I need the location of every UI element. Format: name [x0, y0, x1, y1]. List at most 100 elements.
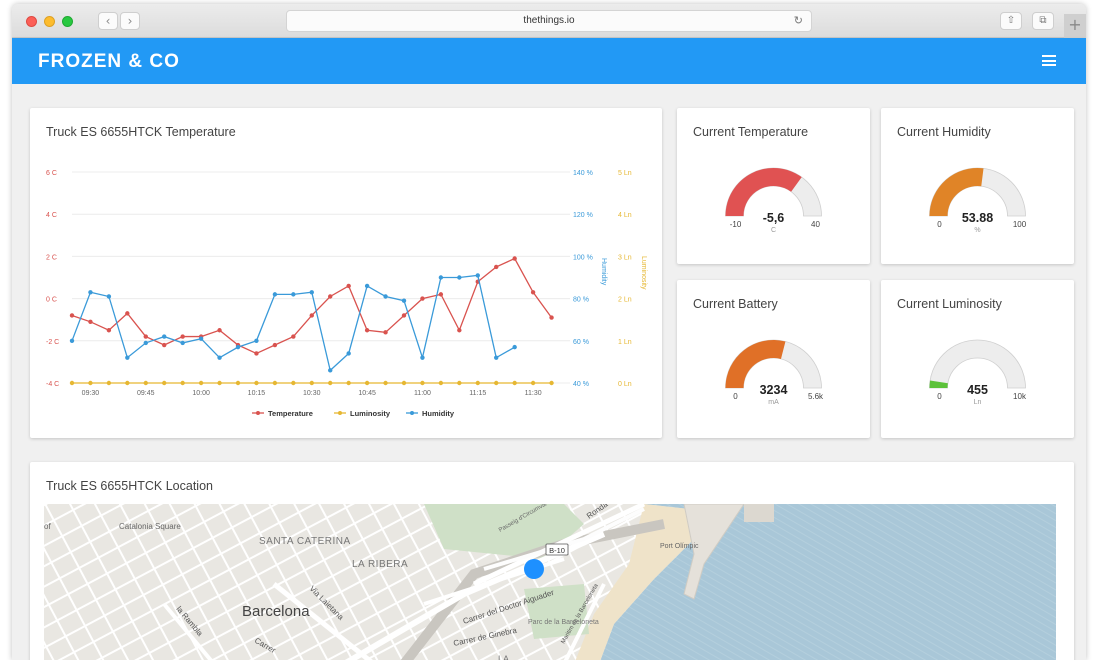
- y-tick-label-luminosity: 4 Ln: [618, 212, 632, 219]
- data-point-luminosity: [162, 380, 167, 386]
- data-point-temperature: [438, 292, 444, 297]
- x-tick-label: 11:30: [525, 390, 542, 397]
- series-line-temperature: [71, 257, 553, 355]
- truck-location-marker[interactable]: [524, 559, 544, 579]
- map-label-catalonia: Catalonia Square: [119, 522, 181, 531]
- gauge-value: 53.88: [962, 211, 993, 225]
- data-point-luminosity: [198, 380, 204, 386]
- location-map[interactable]: Catalonia Square of SANTA CATERINA LA RI…: [44, 504, 1056, 660]
- y-tick-label-luminosity: 1 Ln: [618, 339, 632, 346]
- data-point-temperature: [69, 313, 75, 318]
- gauge-max: 5.6k: [808, 392, 824, 401]
- map-label-of: of: [44, 522, 51, 531]
- data-point-humidity: [401, 298, 407, 303]
- map-label-la-ribera: LA RIBERA: [352, 559, 408, 570]
- data-point-temperature: [272, 342, 278, 348]
- data-point-luminosity: [106, 380, 112, 386]
- chevron-right-icon: ›: [127, 14, 133, 28]
- data-point-luminosity: [309, 380, 314, 386]
- map-marina: [744, 504, 774, 522]
- gauge-unit: %: [974, 227, 980, 234]
- gauge-min: 0: [937, 220, 942, 229]
- data-point-temperature: [549, 315, 554, 320]
- gauge-card-battery: Current Battery 3234 mA 0 5.6k: [677, 280, 870, 438]
- share-button[interactable]: ⇧: [1000, 12, 1022, 30]
- data-point-temperature: [494, 264, 499, 270]
- data-point-humidity: [457, 275, 462, 280]
- share-icon: ⇧: [1006, 15, 1016, 26]
- gauge-unit: mA: [768, 399, 779, 406]
- minimize-window-button[interactable]: [44, 16, 55, 27]
- y-tick-label-temperature: 6 C: [46, 170, 57, 177]
- brand-logo[interactable]: FROZEN & CO: [38, 51, 180, 73]
- back-button[interactable]: ‹: [98, 12, 118, 30]
- new-tab-button[interactable]: +: [1064, 14, 1086, 38]
- gauge-fill: [725, 168, 802, 216]
- address-bar[interactable]: thethings.io ↻: [286, 10, 812, 32]
- show-tabs-button[interactable]: ⧉: [1032, 12, 1054, 30]
- forward-button[interactable]: ›: [120, 12, 140, 30]
- browser-window: ‹ › thethings.io ↻ ⇧ ⧉ + FROZEN & CO Tru…: [12, 4, 1086, 660]
- data-point-luminosity: [512, 380, 517, 386]
- gauge-max: 10k: [1013, 392, 1027, 401]
- temperature-chart-card: Truck ES 6655HTCK Temperature 6 C 140 % 5 …: [30, 108, 662, 438]
- data-point-temperature: [383, 330, 388, 335]
- data-point-humidity: [88, 290, 93, 295]
- data-point-humidity: [291, 292, 296, 297]
- map-label-santa-caterina: SANTA CATERINA: [259, 536, 351, 547]
- data-point-humidity: [346, 351, 351, 356]
- data-point-luminosity: [383, 380, 388, 386]
- data-point-luminosity: [143, 380, 148, 386]
- data-point-humidity: [198, 336, 204, 341]
- data-point-humidity: [494, 355, 499, 360]
- map-title: Truck ES 6655HTCK Location: [46, 479, 213, 493]
- y-tick-label-temperature: 4 C: [46, 212, 57, 219]
- data-point-humidity: [69, 338, 75, 343]
- map-label-barcelona: Barcelona: [242, 603, 310, 620]
- gauge-unit: Ln: [974, 399, 982, 406]
- app-header: FROZEN & CO: [12, 38, 1086, 84]
- x-tick-label: 09:45: [137, 390, 155, 397]
- data-point-temperature: [346, 283, 351, 289]
- data-point-luminosity: [438, 380, 444, 386]
- data-point-temperature: [254, 351, 259, 356]
- x-tick-label: 10:45: [358, 390, 376, 397]
- data-point-luminosity: [401, 380, 407, 386]
- data-point-humidity: [475, 273, 480, 278]
- data-point-luminosity: [235, 380, 241, 386]
- y-tick-label-humidity: 100 %: [573, 254, 593, 261]
- data-point-humidity: [125, 355, 130, 360]
- close-window-button[interactable]: [26, 16, 37, 27]
- x-tick-label: 10:15: [248, 390, 266, 397]
- data-point-luminosity: [457, 380, 462, 386]
- gauge-min: -10: [730, 220, 742, 229]
- data-point-luminosity: [494, 380, 499, 386]
- map-canvas[interactable]: Catalonia Square of SANTA CATERINA LA RI…: [44, 504, 1056, 660]
- y-tick-label-humidity: 80 %: [573, 297, 589, 304]
- gauge-max: 100: [1013, 220, 1027, 229]
- data-point-humidity: [383, 294, 388, 299]
- data-point-luminosity: [125, 380, 130, 386]
- reload-icon[interactable]: ↻: [794, 11, 803, 31]
- data-point-luminosity: [180, 380, 185, 386]
- data-point-luminosity: [346, 380, 351, 386]
- data-point-luminosity: [291, 380, 296, 386]
- gauge-track: [929, 339, 1026, 389]
- data-point-luminosity: [530, 380, 536, 386]
- data-point-luminosity: [69, 380, 75, 386]
- dashboard: Truck ES 6655HTCK Temperature 6 C 140 % 5 …: [12, 84, 1086, 660]
- y-tick-label-humidity: 40 %: [573, 381, 589, 388]
- data-point-humidity: [328, 368, 333, 373]
- hamburger-menu-icon[interactable]: [1042, 55, 1056, 66]
- data-point-humidity: [162, 334, 167, 339]
- gauge-max: 40: [811, 220, 820, 229]
- data-point-temperature: [88, 319, 93, 325]
- gauge-min: 0: [733, 392, 738, 401]
- zoom-window-button[interactable]: [62, 16, 73, 27]
- gauge-value: 455: [967, 383, 988, 397]
- humidity-gauge: 53.88% 0 100: [929, 167, 1027, 234]
- url-text: thethings.io: [523, 15, 575, 26]
- data-point-temperature: [512, 256, 517, 261]
- series-line-humidity: [71, 274, 515, 372]
- temperature-chart: 6 C 140 % 5 Ln 4 C 120 % 4 Ln 2 C 100 % 3 Ln 0 C 8…: [46, 170, 647, 418]
